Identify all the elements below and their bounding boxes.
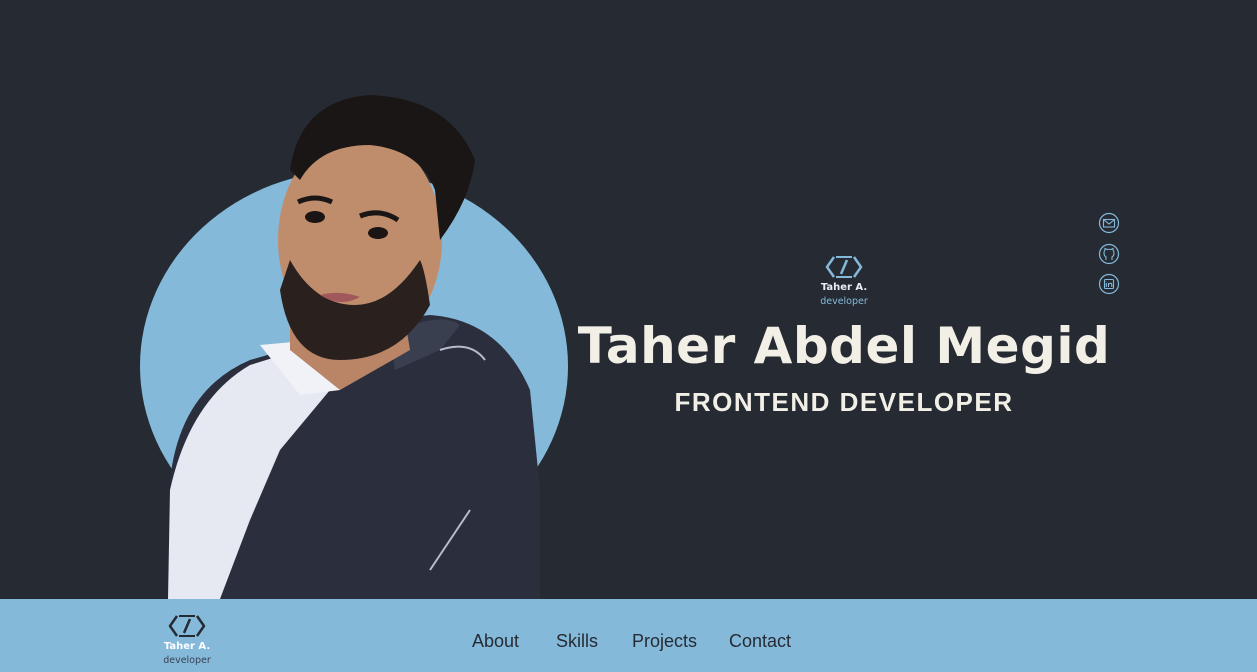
code-brackets-icon bbox=[804, 254, 884, 280]
social-links bbox=[1098, 212, 1122, 304]
hero-name: Taher Abdel Megid bbox=[577, 317, 1111, 375]
mail-icon[interactable] bbox=[1098, 212, 1120, 234]
nav-skills-link[interactable]: Skills bbox=[556, 629, 598, 653]
nav-contact-link[interactable]: Contact bbox=[729, 629, 791, 653]
main-nav: About Skills Projects Contact bbox=[0, 599, 1257, 672]
portfolio-page: Taher A. developer Taher Abdel Megid FRO… bbox=[0, 0, 1257, 672]
nav-about-link[interactable]: About bbox=[472, 629, 519, 653]
hero-role: FRONTEND DEVELOPER bbox=[674, 387, 1014, 417]
hero-logo-subtitle: developer bbox=[820, 296, 868, 307]
hero-logo-name: Taher A. bbox=[820, 282, 868, 293]
hero-logo: Taher A. developer bbox=[804, 254, 884, 308]
linkedin-icon[interactable] bbox=[1098, 273, 1120, 295]
github-icon[interactable] bbox=[1098, 243, 1120, 265]
nav-projects-link[interactable]: Projects bbox=[632, 629, 697, 653]
footer-nav-bar: Taher A. developer About Skills Projects… bbox=[0, 599, 1257, 672]
hero-portrait bbox=[140, 90, 570, 599]
